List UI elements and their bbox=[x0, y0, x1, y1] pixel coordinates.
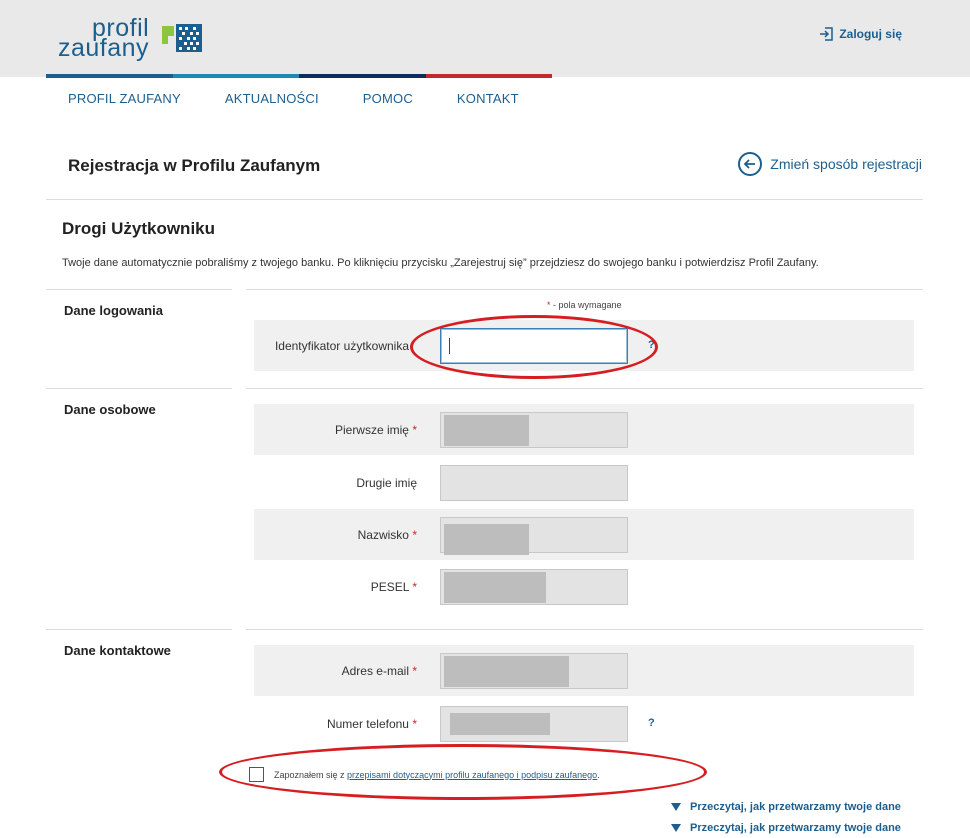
change-method-label: Zmień sposób rejestracji bbox=[770, 156, 922, 172]
required-star: * bbox=[412, 580, 417, 594]
section-divider bbox=[46, 388, 232, 389]
section-divider bbox=[246, 289, 923, 290]
brand-stripe bbox=[172, 74, 299, 78]
redacted-value bbox=[444, 572, 546, 603]
greeting-heading: Drogi Użytkowniku bbox=[62, 219, 216, 238]
last-name-label-text: Nazwisko bbox=[357, 528, 409, 542]
profil-zaufany-logo[interactable]: profil zaufany bbox=[58, 14, 208, 62]
last-name-label: Nazwisko * bbox=[358, 528, 417, 542]
phone-label: Numer telefonu * bbox=[327, 717, 417, 731]
redacted-value bbox=[444, 524, 529, 555]
required-star: * bbox=[412, 528, 417, 542]
consent-suffix: . bbox=[597, 769, 600, 780]
first-name-label-text: Pierwsze imię bbox=[334, 423, 409, 437]
page-title: Rejestracja w Profilu Zaufanym bbox=[68, 156, 321, 175]
phone-input[interactable] bbox=[440, 706, 628, 742]
username-input[interactable] bbox=[440, 328, 628, 364]
last-name-input[interactable] bbox=[440, 517, 628, 555]
consent-checkbox[interactable] bbox=[249, 767, 264, 782]
pesel-label: PESEL * bbox=[371, 580, 417, 594]
triangle-down-icon bbox=[671, 803, 681, 811]
login-icon bbox=[820, 27, 834, 41]
help-icon[interactable]: ? bbox=[648, 339, 655, 351]
read-data-processing-link[interactable]: Przeczytaj, jak przetwarzamy twoje dane bbox=[671, 801, 901, 813]
username-label: Identyfikator użytkownika bbox=[274, 339, 409, 353]
email-label: Adres e-mail * bbox=[342, 664, 417, 678]
logo-mark-icon bbox=[162, 24, 202, 52]
consent-checkbox-row: Zapoznałem się z przepisami dotyczącymi … bbox=[249, 767, 600, 782]
change-registration-method-link[interactable]: Zmień sposób rejestracji bbox=[738, 152, 922, 176]
required-fields-note: * - pola wymagane bbox=[547, 300, 622, 310]
second-name-input[interactable] bbox=[440, 465, 628, 501]
consent-prefix: Zapoznałem się z bbox=[274, 769, 348, 780]
read-more-label: Przeczytaj, jak przetwarzamy twoje dane bbox=[690, 801, 901, 813]
form-row-pesel: PESEL * bbox=[254, 561, 914, 612]
brand-stripe bbox=[46, 74, 173, 78]
section-divider bbox=[246, 629, 923, 630]
required-star: * bbox=[412, 423, 417, 437]
second-name-label: Drugie imię bbox=[356, 476, 417, 490]
main-nav: PROFIL ZAUFANY AKTUALNOŚCI POMOC KONTAKT bbox=[68, 91, 563, 106]
logo-word-zaufany: zaufany bbox=[58, 34, 150, 62]
form-row-username: Identyfikator użytkownika ? bbox=[254, 320, 914, 371]
brand-stripe bbox=[425, 74, 552, 78]
section-title-personal: Dane osobowe bbox=[64, 402, 156, 417]
redacted-value bbox=[444, 656, 569, 687]
section-divider bbox=[46, 289, 232, 290]
login-label: Zaloguj się bbox=[839, 27, 902, 41]
form-row-second-name: Drugie imię bbox=[254, 457, 914, 508]
first-name-input[interactable] bbox=[440, 412, 628, 448]
help-icon[interactable]: ? bbox=[648, 717, 655, 729]
brand-color-bar bbox=[46, 74, 552, 78]
pesel-input[interactable] bbox=[440, 569, 628, 605]
redacted-value bbox=[444, 415, 529, 446]
top-header: profil zaufany Zaloguj się bbox=[0, 0, 970, 77]
nav-item-aktualnosci[interactable]: AKTUALNOŚCI bbox=[225, 91, 319, 106]
intro-text: Twoje dane automatycznie pobraliśmy z tw… bbox=[62, 257, 819, 269]
form-row-first-name: Pierwsze imię * bbox=[254, 404, 914, 455]
phone-label-text: Numer telefonu bbox=[326, 717, 409, 731]
form-row-last-name: Nazwisko * bbox=[254, 509, 914, 560]
section-divider bbox=[46, 629, 232, 630]
required-star: * bbox=[412, 664, 417, 678]
nav-item-kontakt[interactable]: KONTAKT bbox=[457, 91, 519, 106]
nav-item-profil-zaufany[interactable]: PROFIL ZAUFANY bbox=[68, 91, 181, 106]
email-input[interactable] bbox=[440, 653, 628, 689]
consent-text: Zapoznałem się z przepisami dotyczącymi … bbox=[274, 770, 600, 780]
redacted-value bbox=[450, 713, 550, 735]
arrow-left-icon bbox=[738, 152, 763, 176]
regulations-link[interactable]: przepisami dotyczącymi profilu zaufanego… bbox=[347, 770, 597, 780]
section-title-contact: Dane kontaktowe bbox=[64, 643, 171, 658]
form-row-phone: Numer telefonu * ? bbox=[254, 698, 914, 749]
text-caret bbox=[449, 338, 450, 354]
read-data-processing-link[interactable]: Przeczytaj, jak przetwarzamy twoje dane bbox=[671, 822, 901, 834]
brand-stripe bbox=[299, 74, 426, 78]
required-note-text: - pola wymagane bbox=[550, 300, 622, 310]
section-title-login: Dane logowania bbox=[64, 303, 163, 318]
form-row-email: Adres e-mail * bbox=[254, 645, 914, 696]
required-star: * bbox=[412, 717, 417, 731]
divider bbox=[46, 199, 923, 200]
triangle-down-icon bbox=[671, 824, 681, 832]
nav-item-pomoc[interactable]: POMOC bbox=[363, 91, 413, 106]
read-more-label: Przeczytaj, jak przetwarzamy twoje dane bbox=[690, 822, 901, 834]
section-divider bbox=[246, 388, 923, 389]
email-label-text: Adres e-mail bbox=[341, 664, 409, 678]
login-link[interactable]: Zaloguj się bbox=[819, 27, 902, 41]
first-name-label: Pierwsze imię * bbox=[335, 423, 417, 437]
pesel-label-text: PESEL bbox=[370, 580, 409, 594]
